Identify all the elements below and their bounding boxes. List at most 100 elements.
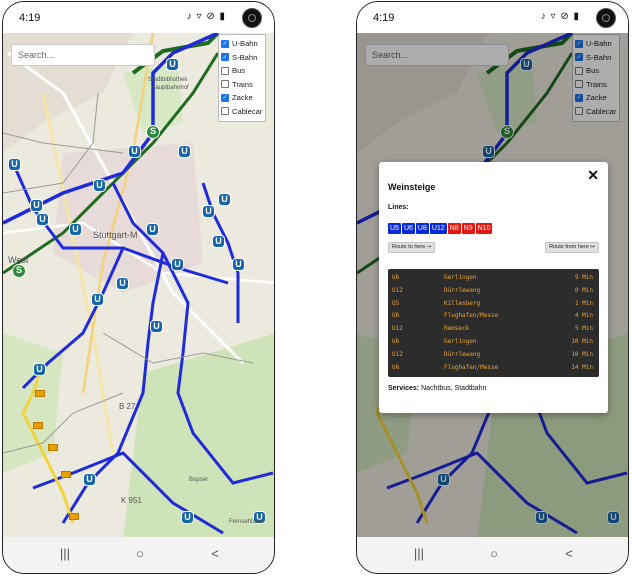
ubahn-station-icon[interactable]: U [150,320,163,333]
ubahn-station-icon[interactable]: U [171,258,184,271]
status-bar: 4:19 ♪ ▿ ⊘ ▮ [357,2,628,33]
departure-row: U6 Gerlingen 9 Min [388,273,599,283]
system-nav-bar: ||| ○ < [357,537,628,573]
layer-label: Cablecar [232,106,263,116]
back-button[interactable]: < [559,546,579,561]
ubahn-station-icon[interactable]: U [212,235,225,248]
lines-label: Lines: [388,204,409,211]
departure-destination: Gerlingen [444,274,477,281]
departure-row: U6 Gerlingen 10 Min [388,337,599,347]
layer-label: Trains [232,79,253,89]
ubahn-station-icon[interactable]: U [30,199,43,212]
layer-label: S-Bahn [232,52,258,62]
layer-bus[interactable]: Bus [221,64,263,78]
system-nav-bar: ||| ○ < [3,537,274,573]
line-chip[interactable]: N8 [447,223,461,234]
checkbox-cablecar[interactable] [221,107,229,116]
back-button[interactable]: < [205,546,225,561]
status-bar: 4:19 ♪ ▿ ⊘ ▮ [3,2,274,33]
layer-zacke[interactable]: ✓ Zacke [221,91,263,105]
route-to-button[interactable]: Route to here ➙ [388,242,436,253]
close-icon[interactable]: ✕ [587,167,599,184]
line-chip[interactable]: U6 [401,223,415,234]
departure-time: 10 Min [571,338,593,345]
departure-row: U12 Dürrlewang 0 Min [388,286,599,296]
ubahn-station-icon[interactable]: U [69,223,82,236]
route-from-button[interactable]: Route from here ↦ [545,242,599,253]
map-label-stadtbibliothek: Stadtbibliothek [148,77,188,83]
ubahn-station-icon[interactable]: U [91,293,104,306]
home-button[interactable]: ○ [130,546,150,561]
line-chip[interactable]: N9 [461,223,475,234]
layer-ubahn[interactable]: ✓ U-Bahn [221,37,263,51]
ubahn-station-icon[interactable]: U [232,258,245,271]
status-icons: ♪ ▿ ⊘ ▮ [186,11,226,22]
ubahn-station-icon[interactable]: U [146,223,159,236]
layer-trains[interactable]: Trains [221,78,263,92]
departure-line: U6 [392,274,400,281]
ubahn-station-icon[interactable]: U [181,511,194,524]
home-button[interactable]: ○ [484,546,504,561]
checkbox-trains[interactable] [221,80,229,89]
ubahn-station-icon[interactable]: U [166,58,179,71]
checkbox-ubahn[interactable]: ✓ [221,39,229,48]
departure-row: U5 Killesberg 1 Min [388,299,599,309]
ubahn-station-icon[interactable]: U [128,145,141,158]
ubahn-station-icon[interactable]: U [202,205,215,218]
layer-label: Bus [232,66,246,76]
departure-destination: Flughafen/Messe [444,363,499,371]
camera-icon [596,8,616,28]
line-chip[interactable]: N10 [475,223,493,234]
ubahn-station-icon[interactable]: U [178,145,191,158]
line-chip[interactable]: U12 [429,223,447,234]
departure-row: U12 Dürrlewang 10 Min [388,350,599,360]
map-label-hauptbahnhof: Hauptbahnhof [151,85,189,91]
departures-board: U6 Gerlingen 9 Min U12 Dürrlewang 0 Min U5 Kill… [388,269,599,377]
sbahn-station-icon[interactable]: S [146,125,160,139]
sbahn-station-icon[interactable]: S [12,264,26,278]
map-view[interactable]: U U U U U S Search... ✓ U-Bahn ✓ S-Bahn Bu… [357,33,628,539]
status-icons: ♪ ▿ ⊘ ▮ [540,11,580,22]
checkbox-bus[interactable] [221,66,229,75]
zacke-stop-icon[interactable] [48,444,58,451]
ubahn-station-icon[interactable]: U [93,179,106,192]
zacke-stop-icon[interactable] [33,422,43,429]
services-label: Services: [388,385,420,392]
departure-time: 14 Min [571,363,593,371]
search-input[interactable]: Search... [11,44,155,66]
status-time: 4:19 [373,12,395,24]
departure-line: U12 [392,350,403,358]
ubahn-station-icon[interactable]: U [83,473,96,486]
recents-button[interactable]: ||| [409,546,429,561]
departure-destination: Gerlingen [444,338,477,345]
checkbox-sbahn[interactable]: ✓ [221,53,229,62]
departure-time: 10 Min [571,350,593,358]
checkbox-zacke[interactable]: ✓ [221,93,229,102]
zacke-stop-icon[interactable] [35,390,45,397]
departure-time: 4 Min [574,312,593,320]
stop-popup: ✕ Weinsteige Lines: U5 U6 U8 U12 N8 N9 N10 Rou… [379,162,608,413]
ubahn-station-icon[interactable]: U [218,193,231,206]
departure-line: U12 [392,325,403,333]
layer-label: Zacke [232,93,253,103]
line-chip[interactable]: U8 [415,223,429,234]
services-value: Nachtbus, Stadtbahn [421,385,487,392]
departure-line: U6 [392,363,400,371]
ubahn-station-icon[interactable]: U [36,213,49,226]
departure-line: U5 [392,299,400,307]
layer-sbahn[interactable]: ✓ S-Bahn [221,51,263,65]
ubahn-station-icon[interactable]: U [8,158,21,171]
recents-button[interactable]: ||| [55,546,75,561]
zacke-stop-icon[interactable] [61,471,71,478]
layer-cablecar[interactable]: Cablecar [221,105,263,119]
map-label-stuttgart: Stuttgart-M [93,230,138,240]
stop-name: Weinsteige [388,182,436,192]
departure-line: U6 [392,338,400,345]
line-chip[interactable]: U5 [388,223,401,234]
departure-destination: Flughafen/Messe [444,312,499,320]
ubahn-station-icon[interactable]: U [116,277,129,290]
map-view[interactable]: U U U U U U U U U U U U U U U U U U U U … [3,33,274,539]
phone-frame-right: 4:19 ♪ ▿ ⊘ ▮ U U U U U S Search... ✓ U-Ba… [356,1,629,574]
zacke-stop-icon[interactable] [69,513,79,520]
ubahn-station-icon[interactable]: U [33,363,46,376]
